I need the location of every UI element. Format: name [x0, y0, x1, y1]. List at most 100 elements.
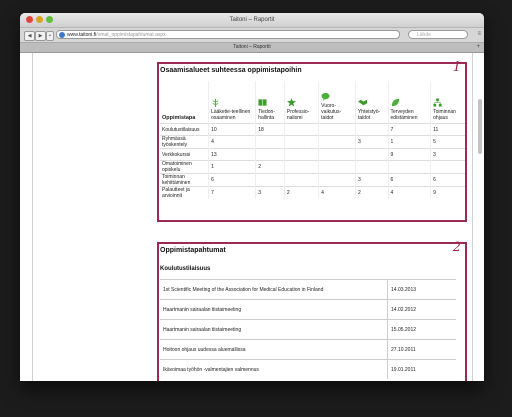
- row-label: Toiminnan kehittäminen: [160, 173, 209, 187]
- table-cell: [283, 160, 319, 174]
- table-cell: 7: [387, 123, 431, 136]
- table-cell: 4: [387, 186, 431, 199]
- event-name[interactable]: Hoitoon ohjaus uudessa aluemallissa: [160, 339, 388, 360]
- event-date: 14.03.2013: [387, 279, 456, 300]
- tab-raportit[interactable]: Taitoni – Raportit: [233, 44, 271, 50]
- row-label: Palautteet ja arvioinnit: [160, 186, 209, 199]
- column-label: Toiminnan ohjaus: [433, 109, 456, 121]
- table-cell: 9: [387, 148, 431, 161]
- skills-table: Oppimistapa Lääketie-teellinen osaaminen T…: [160, 81, 465, 199]
- handshake-icon: [357, 99, 367, 106]
- forward-button[interactable]: ▶: [35, 31, 46, 41]
- table-cell: 1: [387, 135, 431, 149]
- table-cell: 3: [354, 135, 389, 149]
- window-title: Taitoni – Raportit: [229, 17, 275, 23]
- table-row: Toiminnan kehittäminen 6 3 6 6: [160, 173, 465, 187]
- add-bookmark-button[interactable]: +: [46, 31, 54, 41]
- table-cell: [387, 160, 431, 174]
- panel-number: 1: [452, 60, 461, 75]
- table-row: Koulutustilaisuus 10 18 7 11: [160, 123, 465, 136]
- event-name[interactable]: 1st Scientific Meeting of the Associatio…: [160, 279, 388, 300]
- row-label: Omatoiminen opiskelu: [160, 160, 209, 174]
- table-cell: 6: [208, 173, 256, 187]
- list-item[interactable]: Ikävoimaa työhön -valmentajien valmennus…: [160, 359, 456, 379]
- column-header-5: Terveyden edistäminen: [387, 81, 431, 124]
- table-cell: [283, 148, 319, 161]
- table-cell: 10: [208, 123, 256, 136]
- table-cell: [318, 148, 356, 161]
- table-cell: 3: [255, 186, 285, 199]
- column-header-6: Toiminnan ohjaus: [430, 81, 465, 124]
- search-field[interactable]: Lähde: [408, 30, 468, 39]
- column-header-0: Lääketie-teellinen osaaminen: [208, 81, 256, 124]
- table-cell: [255, 148, 285, 161]
- section-subtitle: Koulutustilaisuus: [160, 266, 211, 272]
- column-header-2: Professio-nalismi: [283, 81, 319, 124]
- events-panel: 2 Oppimistapahtumat Koulutustilaisuus 1s…: [157, 240, 467, 381]
- title-bar: Taitoni – Raportit: [20, 13, 484, 28]
- minimize-button[interactable]: [36, 16, 43, 23]
- url-path: /omat_oppimistapahtumat.aspx: [96, 32, 166, 38]
- table-cell: 1: [208, 160, 256, 174]
- list-item[interactable]: Haartmanin sairaalan tiistaimeeting 15.05…: [160, 319, 456, 340]
- table-cell: [283, 135, 319, 149]
- column-header-3: Vuoro-vaikutus-taidot: [318, 81, 356, 124]
- event-date: 15.05.2012: [387, 319, 456, 340]
- address-bar[interactable]: www.taitoni.fi/omat_oppimistapahtumat.as…: [56, 30, 400, 39]
- list-item[interactable]: 1st Scientific Meeting of the Associatio…: [160, 279, 456, 300]
- table-cell: [354, 160, 389, 174]
- back-button[interactable]: ◀: [24, 31, 35, 41]
- row-label: Ryhmässä työskentely: [160, 135, 209, 149]
- new-tab-icon[interactable]: +: [476, 43, 480, 52]
- table-cell: [255, 135, 285, 149]
- table-cell: 13: [208, 148, 256, 161]
- table-cell: [354, 148, 389, 161]
- table-cell: 7: [208, 186, 256, 199]
- table-row: Ryhmässä työskentely 4 3 1 5: [160, 135, 465, 149]
- table-cell: 6: [430, 173, 465, 187]
- list-item[interactable]: Haartmanin sairaalan tiistaimeeting 14.02…: [160, 299, 456, 320]
- column-label: Yhteistyö-taidot: [357, 109, 381, 121]
- scrollbar-thumb[interactable]: [478, 99, 482, 154]
- table-row: Omatoiminen opiskelu 1 2: [160, 160, 465, 174]
- table-cell: [255, 173, 285, 187]
- browser-window: Taitoni – Raportit ◀ ▶ + www.taitoni.fi/…: [20, 13, 484, 381]
- speech-bubble-icon: [321, 92, 330, 101]
- events-table: 1st Scientific Meeting of the Associatio…: [160, 279, 456, 379]
- panel-title: Oppimistapahtumat: [160, 247, 226, 254]
- zoom-button[interactable]: [46, 16, 53, 23]
- table-cell: [318, 173, 356, 187]
- event-name[interactable]: Ikävoimaa työhön -valmentajien valmennus: [160, 359, 388, 379]
- close-button[interactable]: [26, 16, 33, 23]
- panel-number: 2: [452, 240, 461, 255]
- column-label: Tiedon-hallinta: [258, 109, 275, 121]
- column-header-oppimistapa: Oppimistapa: [162, 115, 196, 121]
- site-icon: [59, 32, 65, 38]
- table-cell: 2: [255, 160, 285, 174]
- table-cell: [318, 135, 356, 149]
- list-item[interactable]: Hoitoon ohjaus uudessa aluemallissa 27.10…: [160, 339, 456, 360]
- row-label: Verkkokurssi: [160, 148, 209, 161]
- table-cell: 4: [208, 135, 256, 149]
- column-label: Professio-nalismi: [286, 109, 310, 121]
- event-name[interactable]: Haartmanin sairaalan tiistaimeeting: [160, 319, 388, 340]
- page-right-border: [472, 53, 473, 381]
- page-left-border: [32, 53, 33, 381]
- table-cell: 3: [354, 173, 389, 187]
- event-name[interactable]: Haartmanin sairaalan tiistaimeeting: [160, 299, 388, 320]
- event-date: 27.10.2011: [387, 339, 456, 360]
- table-cell: 5: [430, 135, 465, 149]
- org-chart-icon: [433, 98, 442, 107]
- table-cell: 6: [387, 173, 431, 187]
- table-cell: 18: [255, 123, 285, 136]
- table-cell: 2: [354, 186, 389, 199]
- column-header-4: Yhteistyö-taidot: [354, 81, 389, 124]
- reader-icon[interactable]: ≡: [477, 31, 481, 37]
- table-row: Verkkokurssi 13 9 3: [160, 148, 465, 161]
- table-cell: [283, 123, 319, 136]
- page-content: 1 Osaamisalueet suhteessa oppimistapoihi…: [20, 53, 484, 381]
- url-host: www.taitoni.fi: [67, 32, 97, 38]
- event-date: 19.01.2011: [387, 359, 456, 379]
- table-cell: 3: [430, 148, 465, 161]
- table-cell: [430, 160, 465, 174]
